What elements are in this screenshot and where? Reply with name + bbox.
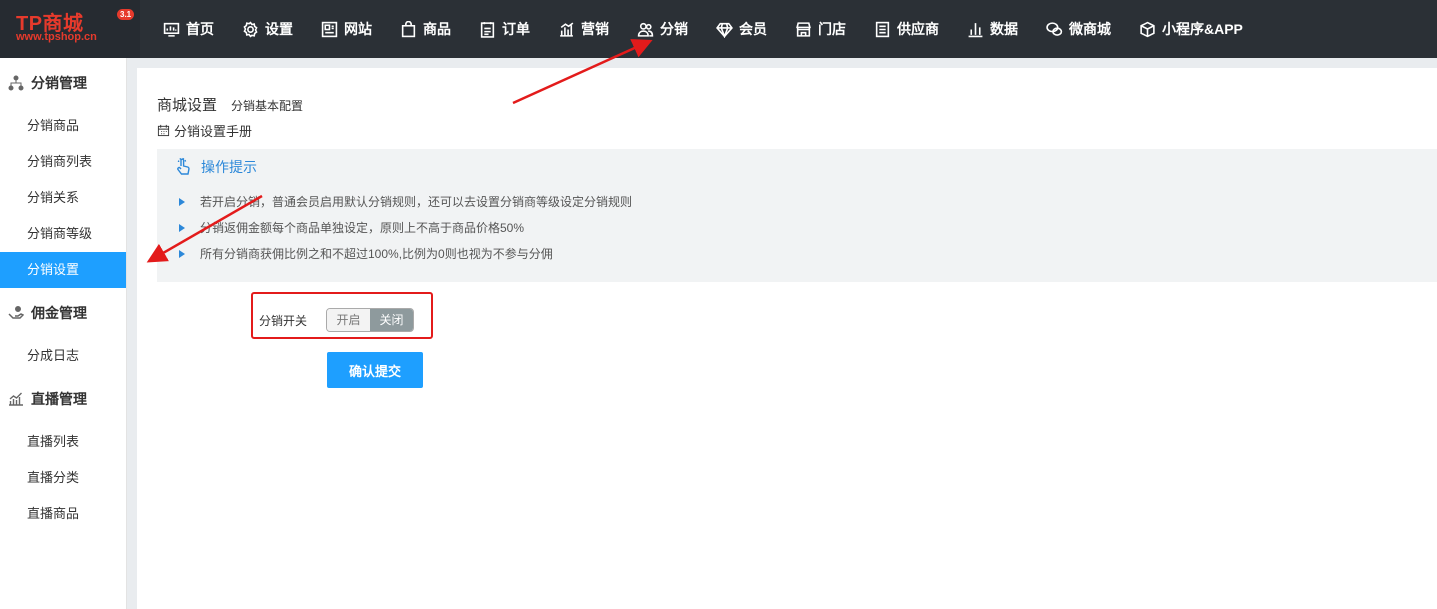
sidebar-group-commission[interactable]: 佣金管理	[0, 288, 126, 338]
nav-label: 网站	[344, 21, 372, 37]
page-subtitle: 分销基本配置	[231, 99, 304, 113]
tip-item: 若开启分销，普通会员启用默认分销规则，还可以去设置分销商等级设定分销规则	[179, 189, 632, 215]
tips-header: 操作提示	[173, 157, 257, 177]
website-icon	[321, 21, 338, 37]
sidebar: 分销管理 分销商品 分销商列表 分销关系 分销商等级 分销设置 佣金管理 分成日…	[0, 58, 127, 609]
sidebar-group-label: 直播管理	[31, 391, 87, 407]
logo[interactable]: TP商城 3.1 www.tpshop.cn	[0, 0, 140, 58]
sidebar-item-live-list[interactable]: 直播列表	[0, 424, 126, 460]
nav-label: 设置	[265, 21, 293, 37]
tips-heading: 操作提示	[201, 159, 257, 175]
submit-button[interactable]: 确认提交	[327, 352, 423, 388]
logo-url: www.tpshop.cn	[16, 31, 97, 43]
distribution-switch-row: 分销开关 开启 关闭	[259, 308, 415, 332]
page-title: 商城设置	[157, 97, 218, 114]
chart-icon	[560, 21, 574, 37]
gear-icon	[243, 20, 258, 38]
toggle-on-option[interactable]: 开启	[327, 309, 371, 331]
main-panel: 商城设置 分销基本配置 分销设置手册 操作提示 若开启分销，普通会员启用默认分销…	[137, 68, 1437, 609]
toggle-off-option[interactable]: 关闭	[370, 309, 414, 331]
sidebar-item-distribution-relations[interactable]: 分销关系	[0, 180, 126, 216]
sidebar-group-label: 佣金管理	[31, 305, 87, 321]
nav-label: 分销	[660, 21, 688, 37]
nav-item-data[interactable]: 数据	[967, 0, 1018, 58]
nav-item-marketing[interactable]: 营销	[558, 0, 609, 58]
nav-item-members[interactable]: 会员	[716, 0, 767, 58]
nav-label: 微商城	[1069, 21, 1111, 37]
switch-label: 分销开关	[259, 313, 308, 328]
top-navbar: TP商城 3.1 www.tpshop.cn 首页 设置 网站 商品 订单 营销	[0, 0, 1437, 58]
cube-icon	[1140, 21, 1155, 37]
nav-label: 商品	[423, 21, 451, 37]
users-icon	[637, 22, 654, 37]
sidebar-item-distributor-list[interactable]: 分销商列表	[0, 144, 126, 180]
wechat-icon	[1046, 21, 1063, 36]
nav-label: 会员	[739, 21, 767, 37]
bar-chart-icon	[968, 22, 983, 37]
sidebar-item-distributor-levels[interactable]: 分销商等级	[0, 216, 126, 252]
nav-item-suppliers[interactable]: 供应商	[874, 0, 939, 58]
nav-label: 首页	[186, 21, 214, 37]
triangle-bullet-icon	[179, 250, 185, 258]
hierarchy-icon	[8, 75, 24, 91]
triangle-bullet-icon	[179, 198, 185, 206]
nav-item-miniprogram-app[interactable]: 小程序&APP	[1139, 0, 1243, 58]
sidebar-group-distribution[interactable]: 分销管理	[0, 58, 126, 108]
nav-item-distribution[interactable]: 分销	[637, 0, 688, 58]
main-nav: 首页 设置 网站 商品 订单 营销 分销 会员 门店 供应商 数据 微商城 小程…	[163, 0, 1271, 58]
trend-icon	[9, 392, 23, 406]
list-icon	[875, 21, 890, 37]
nav-item-website[interactable]: 网站	[321, 0, 372, 58]
sidebar-item-live-categories[interactable]: 直播分类	[0, 460, 126, 496]
tip-item: 所有分销商获佣比例之和不超过100%,比例为0则也视为不参与分佣	[179, 241, 632, 267]
nav-item-goods[interactable]: 商品	[400, 0, 451, 58]
nav-item-wechat-mall[interactable]: 微商城	[1046, 0, 1111, 58]
sidebar-group-live[interactable]: 直播管理	[0, 374, 126, 424]
sidebar-item-commission-log[interactable]: 分成日志	[0, 338, 126, 374]
nav-label: 订单	[502, 21, 530, 37]
tip-text: 若开启分销，普通会员启用默认分销规则，还可以去设置分销商等级设定分销规则	[200, 195, 633, 209]
bag-icon	[401, 20, 416, 37]
nav-label: 小程序&APP	[1162, 21, 1243, 37]
tip-item: 分销返佣金额每个商品单独设定，原则上不高于商品价格50%	[179, 215, 632, 241]
triangle-bullet-icon	[179, 224, 185, 232]
hand-coin-icon	[8, 306, 24, 319]
pointer-hand-icon	[177, 157, 190, 175]
clipboard-icon	[480, 21, 495, 38]
distribution-toggle[interactable]: 开启 关闭	[326, 308, 415, 332]
tip-text: 所有分销商获佣比例之和不超过100%,比例为0则也视为不参与分佣	[200, 247, 553, 261]
sidebar-item-distribution-settings[interactable]: 分销设置	[0, 252, 126, 288]
manual-link[interactable]: 分销设置手册	[157, 121, 252, 140]
tips-panel: 操作提示 若开启分销，普通会员启用默认分销规则，还可以去设置分销商等级设定分销规…	[157, 149, 1437, 282]
sidebar-group-label: 分销管理	[31, 75, 87, 91]
diamond-icon	[716, 22, 733, 38]
store-icon	[796, 21, 811, 37]
nav-item-settings[interactable]: 设置	[242, 0, 293, 58]
nav-label: 数据	[990, 21, 1018, 37]
nav-label: 营销	[581, 21, 609, 37]
nav-item-orders[interactable]: 订单	[479, 0, 530, 58]
nav-label: 供应商	[897, 21, 939, 37]
tip-text: 分销返佣金额每个商品单独设定，原则上不高于商品价格50%	[200, 221, 525, 235]
sidebar-item-distribution-goods[interactable]: 分销商品	[0, 108, 126, 144]
monitor-icon	[163, 22, 180, 37]
version-badge: 3.1	[117, 9, 135, 20]
title-row: 商城设置 分销基本配置	[157, 94, 303, 115]
nav-item-stores[interactable]: 门店	[795, 0, 846, 58]
manual-link-label: 分销设置手册	[174, 124, 253, 139]
tips-list: 若开启分销，普通会员启用默认分销规则，还可以去设置分销商等级设定分销规则 分销返…	[179, 189, 632, 267]
nav-item-home[interactable]: 首页	[163, 0, 214, 58]
calendar-icon	[157, 124, 170, 137]
nav-label: 门店	[818, 21, 846, 37]
sidebar-item-live-goods[interactable]: 直播商品	[0, 496, 126, 532]
